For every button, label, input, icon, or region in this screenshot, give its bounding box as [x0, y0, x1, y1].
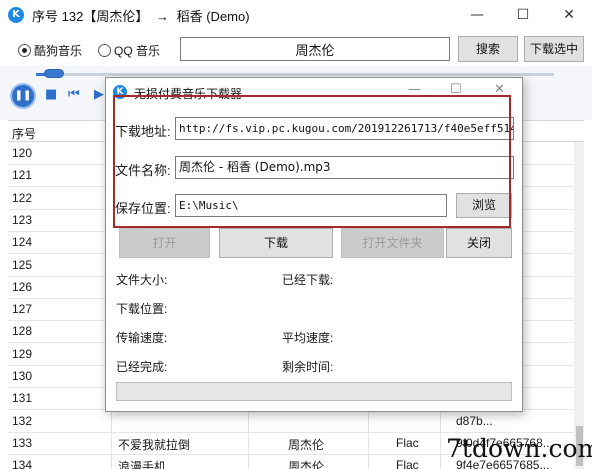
row-cell-format: Flac: [396, 458, 419, 469]
row-cell-title: 浪漫手机: [118, 460, 167, 469]
average-speed-label: 平均速度:: [282, 331, 334, 345]
downloaded-label: 已经下载:: [282, 273, 334, 287]
row-cell-artist: 周杰伦: [288, 437, 325, 452]
row-cell-index: 126: [12, 279, 33, 294]
row-cell-index: 130: [12, 369, 33, 383]
maximize-button[interactable]: ☐: [500, 0, 546, 30]
search-button[interactable]: 搜索: [458, 36, 518, 62]
previous-icon[interactable]: ⏮: [68, 87, 80, 102]
row-cell-index: 124: [12, 235, 33, 250]
main-titlebar: K 序号 132【周杰伦】 → 稻香 (Demo) — ☐ ✕: [0, 0, 592, 30]
remaining-time-label: 剩余时间:: [282, 360, 334, 374]
row-cell-index: 125: [12, 257, 33, 272]
download-progress-bar: [116, 382, 512, 401]
dialog-close-action-button[interactable]: 关闭: [446, 228, 512, 258]
open-folder-button[interactable]: 打开文件夹: [341, 228, 444, 258]
radio-unchecked-icon: [98, 44, 111, 57]
pause-icon[interactable]: ❚❚: [10, 83, 36, 109]
row-cell-index: 128: [12, 324, 33, 339]
row-cell-index: 132: [12, 413, 33, 428]
close-button[interactable]: ✕: [546, 0, 592, 30]
download-selected-button[interactable]: 下载选中: [524, 36, 584, 62]
next-icon[interactable]: ▶: [94, 87, 104, 102]
playback-progress-knob[interactable]: [44, 69, 64, 78]
source-radio-qq[interactable]: QQ 音乐: [98, 42, 160, 59]
title-song: 稻香 (Demo): [176, 9, 250, 24]
search-toolbar: 酷狗音乐 QQ 音乐 搜索 下载选中: [0, 34, 592, 64]
column-divider: [248, 454, 249, 469]
row-cell-index: 121: [12, 168, 33, 183]
file-size-label: 文件大小:: [116, 273, 168, 287]
column-divider: [440, 431, 441, 455]
row-cell-title: 不爱我就拉倒: [118, 437, 191, 452]
column-divider: [440, 409, 441, 433]
title-artist: 【周杰伦】: [83, 9, 149, 24]
column-divider: [248, 431, 249, 455]
column-divider: [111, 409, 112, 433]
title-index: 132: [61, 9, 84, 24]
row-cell-index: 123: [12, 212, 33, 227]
column-divider: [111, 431, 112, 455]
app-logo-icon: K: [8, 7, 24, 23]
column-divider: [248, 409, 249, 433]
row-cell-format: Flac: [396, 435, 419, 450]
column-divider: [440, 454, 441, 469]
watermark-text: 7tdown.com: [446, 434, 592, 463]
row-cell-index: 134: [12, 458, 33, 469]
playback-progress-bar[interactable]: [36, 73, 554, 76]
open-button[interactable]: 打开: [119, 228, 210, 258]
column-divider: [368, 454, 369, 469]
transfer-speed-label: 传输速度:: [116, 331, 168, 345]
download-button[interactable]: 下载: [219, 228, 333, 258]
row-cell-index: 131: [12, 391, 33, 406]
search-input[interactable]: [180, 37, 450, 61]
row-cell-artist: 周杰伦: [288, 460, 325, 469]
stop-icon[interactable]: ■: [45, 87, 57, 102]
column-divider: [368, 431, 369, 455]
column-header-index: 序号: [12, 127, 37, 141]
row-cell-index: 129: [12, 346, 33, 361]
row-cell-index: 122: [12, 190, 33, 205]
column-divider: [368, 409, 369, 433]
title-arrow: →: [155, 9, 169, 24]
radio-checked-icon: [18, 44, 31, 57]
column-divider: [111, 454, 112, 469]
download-location-label: 下载位置:: [116, 302, 168, 316]
completed-label: 已经完成:: [116, 360, 168, 374]
row-cell-index: 120: [12, 146, 33, 160]
highlight-annotation: [113, 95, 511, 228]
source-radio-kugou[interactable]: 酷狗音乐: [18, 42, 82, 59]
row-cell-index: 133: [12, 435, 33, 450]
minimize-button[interactable]: —: [454, 0, 500, 30]
row-cell-hash: d87b...: [456, 413, 493, 428]
source-label: 酷狗音乐: [34, 44, 83, 58]
title-label: 序号: [32, 9, 59, 24]
window-title: 序号 132【周杰伦】 → 稻香 (Demo): [32, 6, 250, 25]
table-scrollbar[interactable]: [574, 142, 584, 469]
source-label: QQ 音乐: [114, 44, 161, 58]
row-cell-index: 127: [12, 302, 33, 317]
table-row[interactable]: 132 d87b...: [8, 409, 584, 433]
